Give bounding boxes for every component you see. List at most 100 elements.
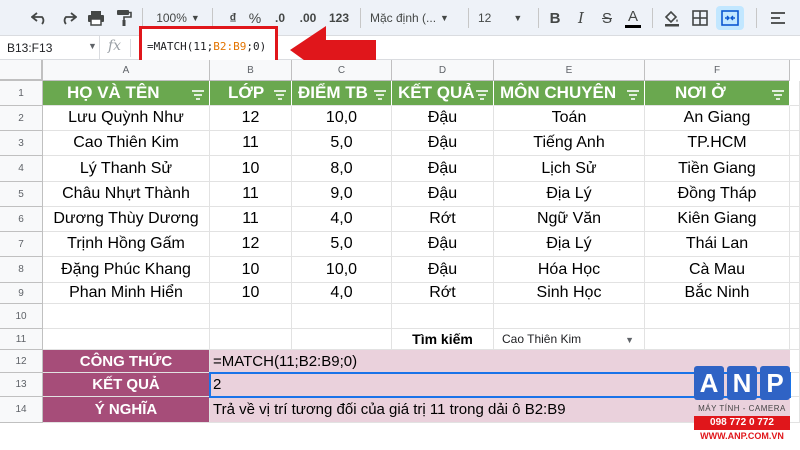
- table-cell[interactable]: Đậu: [392, 182, 494, 207]
- fill-color-button[interactable]: [660, 6, 684, 30]
- empty-cell[interactable]: [790, 182, 800, 207]
- table-cell[interactable]: 11: [210, 207, 292, 232]
- chevron-down-icon[interactable]: ▼: [625, 335, 634, 345]
- table-cell[interactable]: Đậu: [392, 131, 494, 156]
- empty-cell[interactable]: [210, 304, 292, 329]
- table-cell[interactable]: 10: [210, 283, 292, 304]
- empty-cell[interactable]: [645, 304, 790, 329]
- filter-icon[interactable]: [273, 90, 287, 100]
- table-cell[interactable]: Tiền Giang: [645, 156, 790, 182]
- table-cell[interactable]: Đậu: [392, 257, 494, 283]
- column-header-e[interactable]: E: [494, 60, 645, 81]
- row-header[interactable]: 7: [0, 232, 43, 257]
- table-cell[interactable]: Rớt: [392, 283, 494, 304]
- column-header-b[interactable]: B: [210, 60, 292, 81]
- row-header[interactable]: 4: [0, 156, 43, 182]
- column-header-d[interactable]: D: [392, 60, 494, 81]
- row-header[interactable]: 9: [0, 283, 43, 304]
- empty-cell[interactable]: [790, 106, 800, 131]
- table-cell[interactable]: Phan Minh Hiển: [43, 283, 210, 304]
- text-color-button[interactable]: A: [622, 6, 644, 30]
- paint-format-button[interactable]: [112, 6, 136, 30]
- table-cell[interactable]: Ngữ Văn: [494, 207, 645, 232]
- empty-cell[interactable]: [790, 283, 800, 304]
- table-cell[interactable]: Lưu Quỳnh Như: [43, 106, 210, 131]
- horizontal-align-button[interactable]: [766, 6, 790, 30]
- empty-cell[interactable]: [790, 232, 800, 257]
- empty-cell[interactable]: [392, 304, 494, 329]
- empty-cell[interactable]: [790, 207, 800, 232]
- strikethrough-button[interactable]: S: [596, 6, 618, 30]
- chevron-down-icon[interactable]: ▼: [88, 41, 97, 51]
- empty-cell[interactable]: [645, 329, 790, 350]
- table-cell[interactable]: Đồng Tháp: [645, 182, 790, 207]
- table-cell[interactable]: 10: [210, 257, 292, 283]
- table-cell[interactable]: 12: [210, 232, 292, 257]
- table-cell[interactable]: Kiên Giang: [645, 207, 790, 232]
- table-cell[interactable]: Bắc Ninh: [645, 283, 790, 304]
- table-cell[interactable]: Đậu: [392, 106, 494, 131]
- row-header[interactable]: 5: [0, 182, 43, 207]
- empty-cell[interactable]: [790, 156, 800, 182]
- table-cell[interactable]: Tiếng Anh: [494, 131, 645, 156]
- empty-cell[interactable]: [494, 304, 645, 329]
- table-cell[interactable]: Đậu: [392, 156, 494, 182]
- row-header[interactable]: 3: [0, 131, 43, 156]
- table-header-cell[interactable]: HỌ VÀ TÊN: [43, 81, 210, 106]
- table-cell[interactable]: Hóa Học: [494, 257, 645, 283]
- table-cell[interactable]: 9,0: [292, 182, 392, 207]
- table-cell[interactable]: Địa Lý: [494, 232, 645, 257]
- table-cell[interactable]: An Giang: [645, 106, 790, 131]
- empty-cell[interactable]: [292, 304, 392, 329]
- row-header[interactable]: 13: [0, 373, 43, 397]
- table-cell[interactable]: Toán: [494, 106, 645, 131]
- row-header[interactable]: 2: [0, 106, 43, 131]
- empty-cell[interactable]: [210, 329, 292, 350]
- empty-cell[interactable]: [292, 329, 392, 350]
- table-cell[interactable]: 5,0: [292, 232, 392, 257]
- table-cell[interactable]: 12: [210, 106, 292, 131]
- table-cell[interactable]: 11: [210, 131, 292, 156]
- row-header[interactable]: 14: [0, 397, 43, 423]
- filter-icon[interactable]: [626, 90, 640, 100]
- column-header-f[interactable]: F: [645, 60, 790, 81]
- name-box[interactable]: B13:F13: [0, 36, 100, 59]
- column-header-a[interactable]: A: [43, 60, 210, 81]
- select-all-corner[interactable]: [0, 60, 43, 81]
- table-cell[interactable]: TP.HCM: [645, 131, 790, 156]
- table-cell[interactable]: Cao Thiên Kim: [43, 131, 210, 156]
- table-cell[interactable]: Đặng Phúc Khang: [43, 257, 210, 283]
- row-header[interactable]: 11: [0, 329, 43, 350]
- empty-cell[interactable]: [790, 81, 800, 106]
- bold-button[interactable]: B: [544, 6, 566, 30]
- column-header-c[interactable]: C: [292, 60, 392, 81]
- row-header[interactable]: 1: [0, 81, 43, 106]
- print-button[interactable]: [84, 6, 108, 30]
- merge-cells-button[interactable]: [716, 6, 744, 30]
- row-header[interactable]: 8: [0, 257, 43, 283]
- table-cell[interactable]: Thái Lan: [645, 232, 790, 257]
- empty-cell[interactable]: [790, 329, 800, 350]
- table-cell[interactable]: 8,0: [292, 156, 392, 182]
- empty-cell[interactable]: [790, 373, 800, 397]
- borders-button[interactable]: [688, 6, 712, 30]
- table-cell[interactable]: Cà Mau: [645, 257, 790, 283]
- empty-cell[interactable]: [790, 397, 800, 423]
- search-dropdown[interactable]: Cao Thiên Kim ▼: [494, 329, 645, 350]
- table-cell[interactable]: 10,0: [292, 106, 392, 131]
- font-size-select[interactable]: 12 ▼: [478, 6, 530, 30]
- filter-icon[interactable]: [191, 90, 205, 100]
- table-header-cell[interactable]: LỚP: [210, 81, 292, 106]
- font-family-select[interactable]: Mặc định (... ▼: [370, 6, 462, 30]
- table-cell[interactable]: Trịnh Hồng Gấm: [43, 232, 210, 257]
- empty-cell[interactable]: [43, 304, 210, 329]
- italic-button[interactable]: I: [570, 6, 592, 30]
- row-header[interactable]: 12: [0, 350, 43, 373]
- table-cell[interactable]: Địa Lý: [494, 182, 645, 207]
- empty-cell[interactable]: [43, 329, 210, 350]
- table-cell[interactable]: 10: [210, 156, 292, 182]
- table-cell[interactable]: 11: [210, 182, 292, 207]
- table-cell[interactable]: Sinh Học: [494, 283, 645, 304]
- table-cell[interactable]: Lý Thanh Sử: [43, 156, 210, 182]
- redo-button[interactable]: [56, 6, 80, 30]
